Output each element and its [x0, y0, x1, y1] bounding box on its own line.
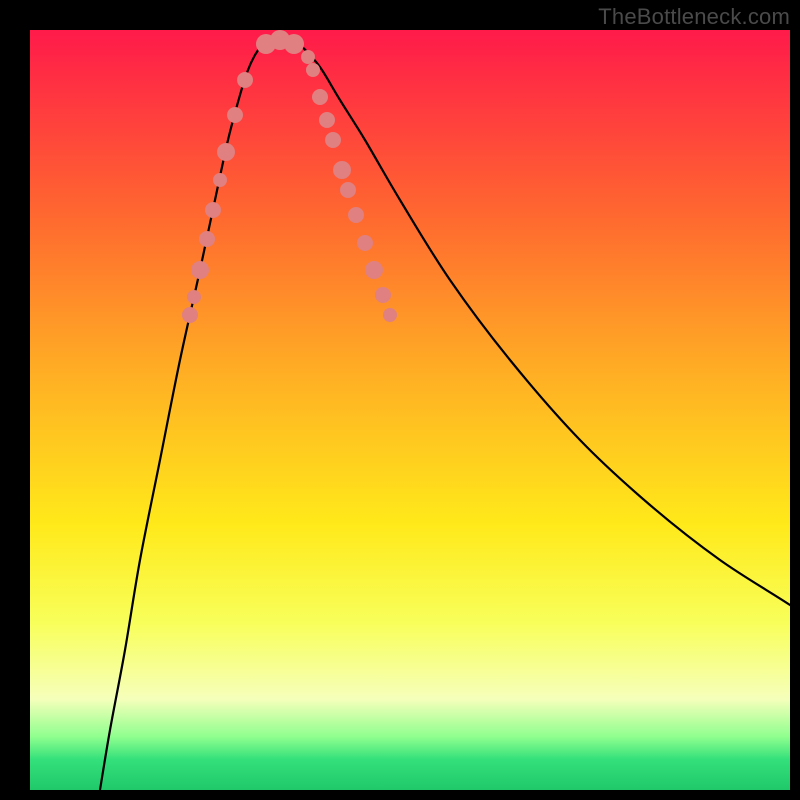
data-point: [227, 107, 243, 123]
data-point: [325, 132, 341, 148]
data-point: [205, 202, 221, 218]
data-point: [333, 161, 351, 179]
data-point: [213, 173, 227, 187]
data-point: [301, 50, 315, 64]
data-point: [383, 308, 397, 322]
data-point: [348, 207, 364, 223]
data-point: [199, 231, 215, 247]
data-points-layer: [182, 30, 397, 323]
data-point: [375, 287, 391, 303]
bottleneck-curve: [100, 38, 800, 790]
data-point: [284, 34, 304, 54]
data-point: [306, 63, 320, 77]
curve-layer: [100, 38, 800, 790]
data-point: [182, 307, 198, 323]
data-point: [365, 261, 383, 279]
watermark-text: TheBottleneck.com: [598, 4, 790, 30]
data-point: [340, 182, 356, 198]
data-point: [187, 290, 201, 304]
data-point: [217, 143, 235, 161]
data-point: [312, 89, 328, 105]
chart-area: [30, 30, 790, 790]
data-point: [357, 235, 373, 251]
data-point: [191, 261, 209, 279]
data-point: [237, 72, 253, 88]
chart-svg: [30, 30, 790, 790]
data-point: [319, 112, 335, 128]
